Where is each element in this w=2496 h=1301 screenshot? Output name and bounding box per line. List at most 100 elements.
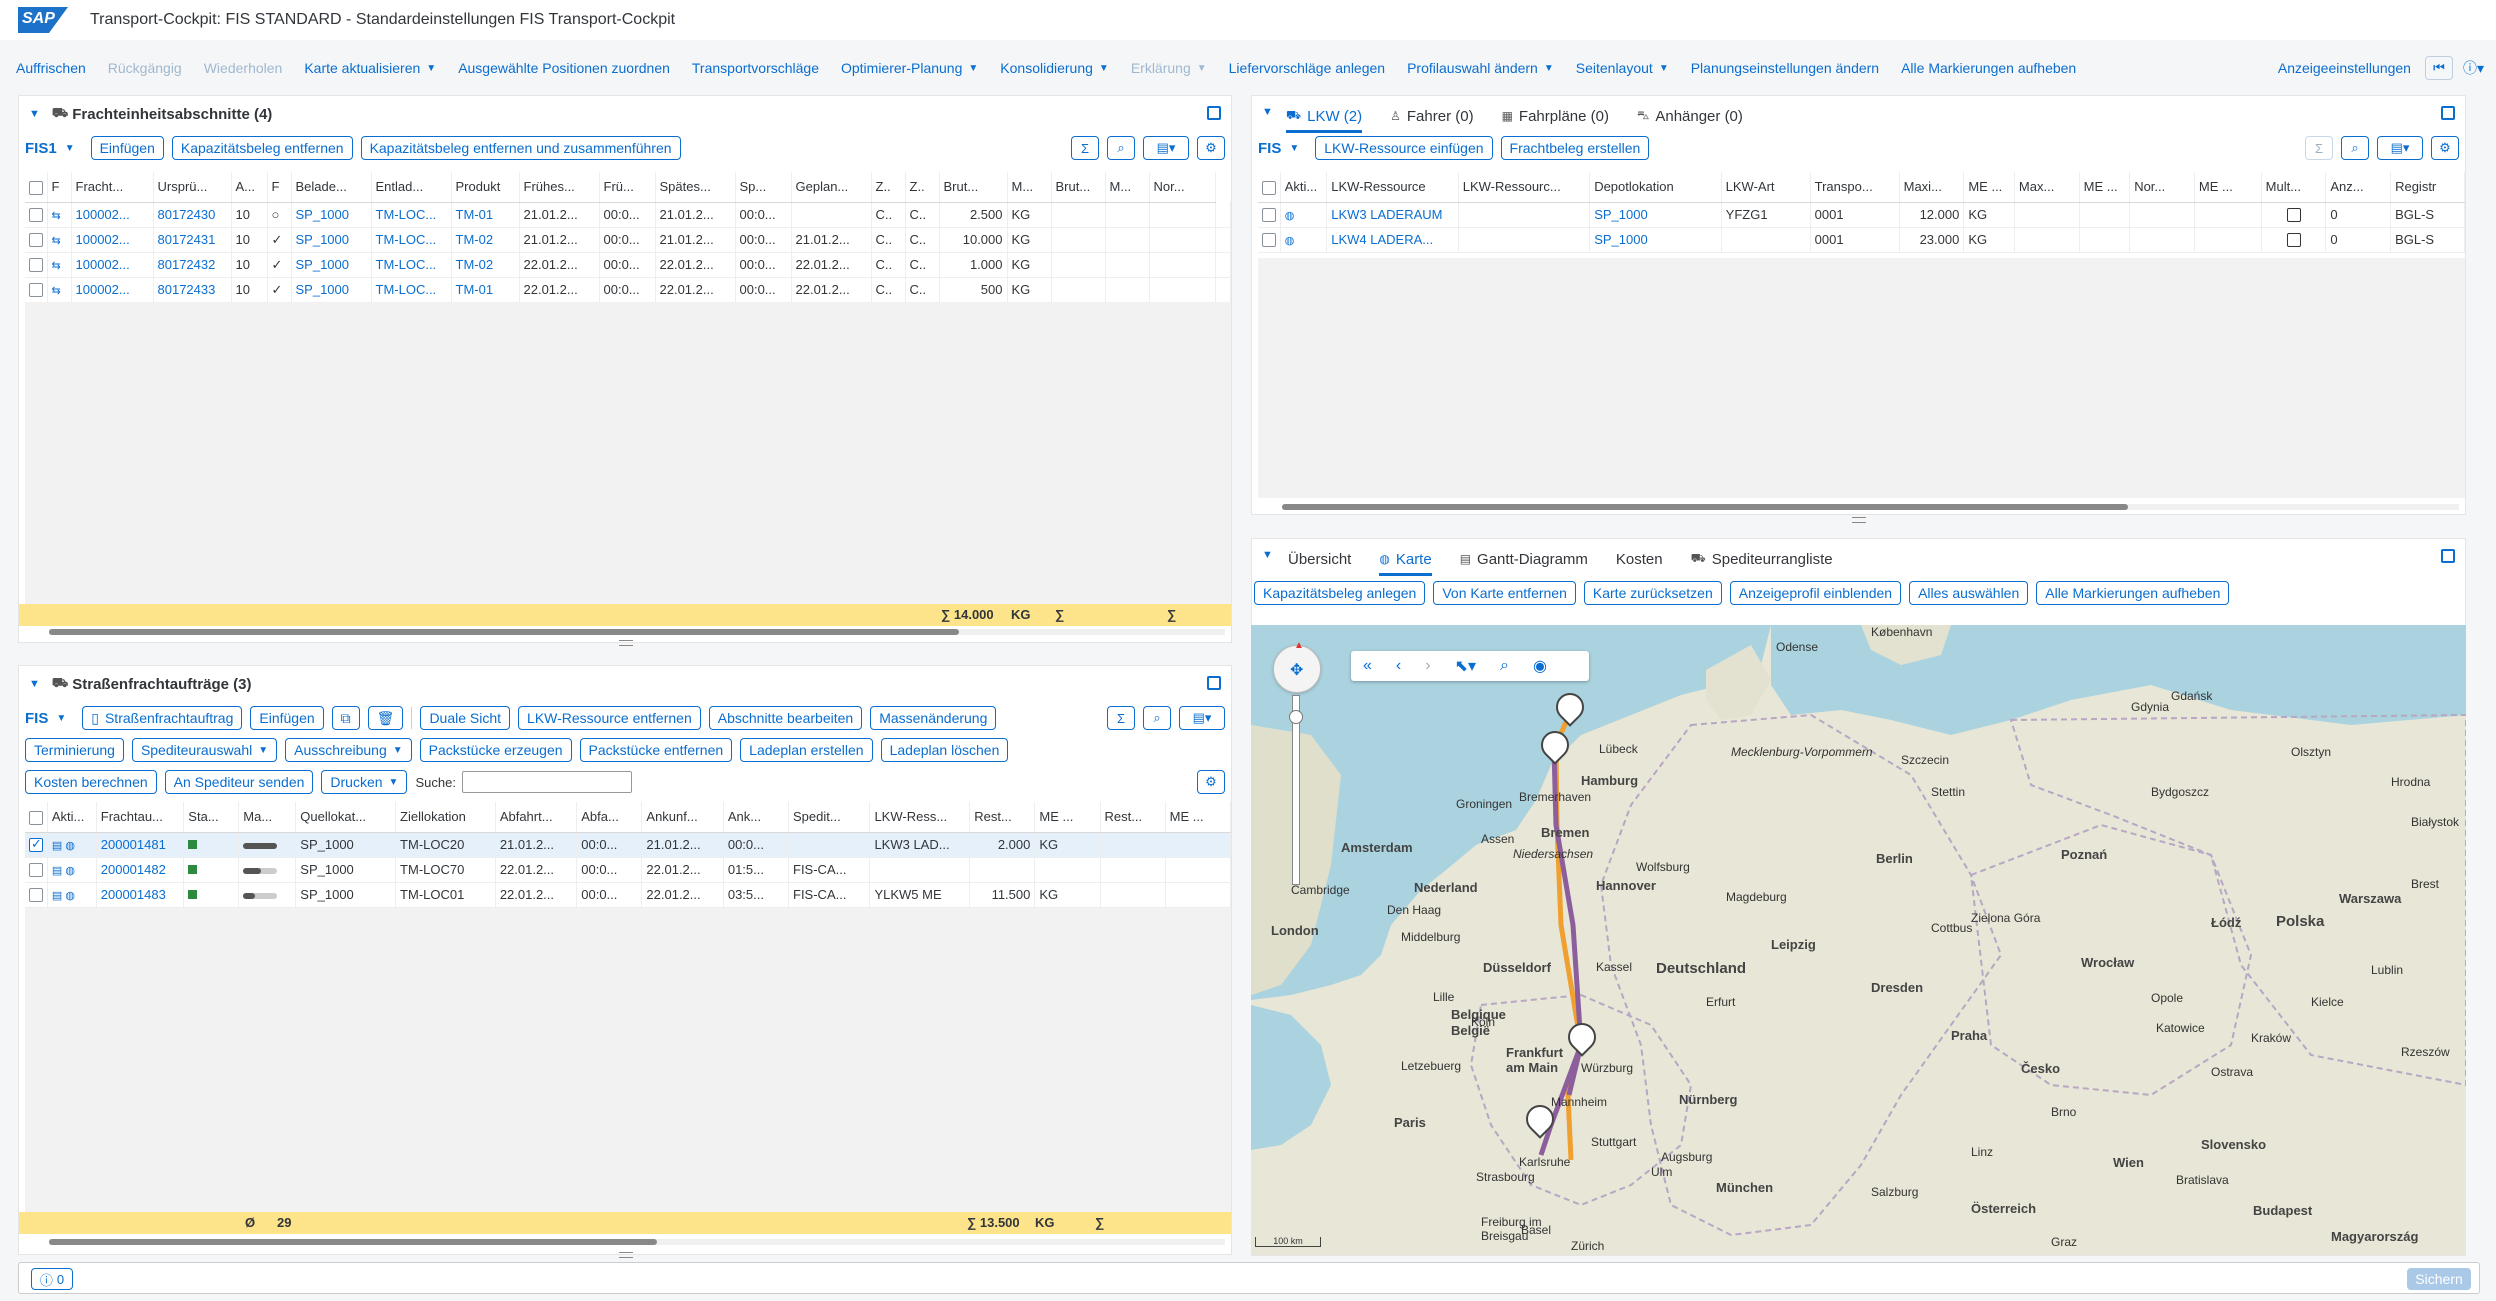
copy-icon[interactable]: ⧉	[331, 706, 360, 730]
reset-map-button[interactable]: Karte zurücksetzen	[1583, 581, 1722, 605]
map-action-icon[interactable]: ◍	[1280, 202, 1328, 228]
select-all-checkbox[interactable]	[25, 802, 48, 833]
table-cell[interactable]: SP_1000	[291, 202, 372, 228]
export-icon[interactable]: ▤▾	[1179, 706, 1225, 730]
row-checkbox[interactable]	[25, 202, 48, 228]
column-header[interactable]: Sta...	[183, 802, 240, 833]
tab-overview[interactable]: Übersicht	[1288, 545, 1351, 573]
view-icon[interactable]: ◉	[1533, 656, 1547, 676]
table-cell[interactable]: 80172432	[153, 252, 232, 278]
table-cell[interactable]: 100002...	[71, 277, 154, 303]
row-checkbox[interactable]	[1258, 227, 1281, 253]
column-header[interactable]: ME ...	[2079, 172, 2131, 203]
column-header[interactable]: Ank...	[723, 802, 790, 833]
table-cell[interactable]: TM-LOC...	[371, 277, 452, 303]
column-header[interactable]: Rest...	[1100, 802, 1166, 833]
table-row[interactable]: ⇆ 100002... 80172433 10 ✓ SP_1000 TM-LOC... TM-…	[25, 277, 1231, 303]
create-delivery-proposals-button[interactable]: Liefervorschläge anlegen	[1229, 60, 1385, 76]
column-header[interactable]: ME ...	[1963, 172, 2015, 203]
tendering-menu[interactable]: Ausschreibung ▼	[285, 738, 412, 762]
change-planning-settings-button[interactable]: Planungseinstellungen ändern	[1691, 60, 1879, 76]
column-header[interactable]: LKW-Ressourc...	[1458, 172, 1591, 203]
dual-view-button[interactable]: Duale Sicht	[420, 706, 511, 730]
display-settings-button[interactable]: Anzeigeeinstellungen	[2278, 60, 2411, 76]
column-header[interactable]: Brut...	[939, 172, 1008, 203]
action-icons[interactable]: ▤ ◍	[47, 832, 97, 858]
table-row[interactable]: ⇆ 100002... 80172431 10 ✓ SP_1000 TM-LOC... TM-…	[25, 227, 1231, 253]
tab-costs[interactable]: Kosten	[1616, 545, 1663, 573]
column-header[interactable]: Nor...	[1149, 172, 1216, 203]
previous-icon[interactable]: ‹	[1396, 657, 1401, 675]
table-row[interactable]: ◍ LKW4 LADERA... SP_1000 0001 23.000 KG 0 BGL-S	[1258, 227, 2465, 253]
multi-checkbox[interactable]	[2261, 227, 2327, 253]
table-row[interactable]: ⇆ 100002... 80172432 10 ✓ SP_1000 TM-LOC... TM-…	[25, 252, 1231, 278]
table-cell[interactable]: SP_1000	[291, 277, 372, 303]
create-load-plan-button[interactable]: Ladeplan erstellen	[740, 738, 873, 762]
column-header[interactable]: Quellokat...	[295, 802, 397, 833]
redo-button[interactable]: Wiederholen	[204, 60, 283, 76]
remove-and-merge-button[interactable]: Kapazitätsbeleg entfernen und zusammenfü…	[360, 136, 681, 160]
column-header[interactable]: Frü...	[599, 172, 656, 203]
collapse-icon[interactable]: ▼	[1262, 106, 1273, 118]
table-cell[interactable]: TM-02	[451, 252, 520, 278]
edit-stages-button[interactable]: Abschnitte bearbeiten	[708, 706, 863, 730]
tab-map[interactable]: ◍ Karte	[1379, 545, 1433, 576]
tab-gantt[interactable]: ▤ Gantt-Diagramm	[1460, 545, 1588, 573]
sum-icon[interactable]: Σ	[1107, 706, 1135, 730]
column-header[interactable]: Fracht...	[71, 172, 154, 203]
column-header[interactable]: Belade...	[291, 172, 372, 203]
table-cell[interactable]: TM-01	[451, 277, 520, 303]
variant-select[interactable]: FIS1 ▼	[25, 140, 75, 157]
mass-change-button[interactable]: Massenänderung	[870, 706, 997, 730]
messages-button[interactable]: ⓘ 0	[31, 1268, 73, 1290]
sum-icon[interactable]: Σ	[1071, 136, 1099, 160]
table-cell[interactable]: TM-01	[451, 202, 520, 228]
splitter-handle[interactable]	[619, 1252, 633, 1258]
table-row[interactable]: ▤ ◍ 200001482 SP_1000 TM-LOC70 22.01.2... 00:…	[25, 857, 1232, 883]
maximize-icon[interactable]	[1207, 676, 1221, 690]
column-header[interactable]: ME ...	[2194, 172, 2262, 203]
column-header[interactable]: Frachtau...	[96, 802, 185, 833]
column-header[interactable]: M...	[1105, 172, 1150, 203]
column-header[interactable]: M...	[1007, 172, 1052, 203]
zoom-slider[interactable]	[1289, 695, 1303, 885]
scroll-thumb[interactable]	[1282, 504, 2128, 510]
row-checkbox[interactable]	[25, 882, 48, 908]
horizontal-scrollbar[interactable]	[1282, 504, 2459, 510]
delete-load-plan-button[interactable]: Ladeplan löschen	[880, 738, 1009, 762]
help-icon[interactable]: ⓘ▾	[2463, 58, 2484, 78]
column-header[interactable]: ME ...	[1165, 802, 1232, 833]
column-header[interactable]: Produkt	[451, 172, 520, 203]
table-row[interactable]: ▤ ◍ 200001483 SP_1000 TM-LOC01 22.01.2... 00:…	[25, 882, 1232, 908]
settings-icon[interactable]: ⚙	[2431, 136, 2459, 160]
next-icon[interactable]: ›	[1425, 657, 1430, 675]
calculate-charges-button[interactable]: Kosten berechnen	[25, 770, 157, 794]
collapse-icon[interactable]: ▼	[29, 678, 40, 690]
column-header[interactable]: Abfa...	[576, 802, 643, 833]
print-menu[interactable]: Drucken ▼	[321, 770, 408, 794]
collapse-icon[interactable]: ▼	[1262, 549, 1273, 561]
scroll-thumb[interactable]	[49, 629, 959, 635]
assign-selected-button[interactable]: Ausgewählte Positionen zuordnen	[458, 60, 670, 76]
clear-all-selections-button[interactable]: Alle Markierungen aufheben	[1901, 60, 2076, 76]
create-capacity-doc-button[interactable]: Kapazitätsbeleg anlegen	[1254, 581, 1426, 605]
truck-resource-link[interactable]: LKW3 LADERAUM	[1326, 202, 1459, 228]
table-row[interactable]: ▤ ◍200001481SP_1000TM-LOC2021.01.2...00:…	[25, 832, 1232, 858]
select-mode-icon[interactable]: ⬉▾	[1455, 656, 1476, 676]
send-to-carrier-button[interactable]: An Spediteur senden	[164, 770, 314, 794]
column-header[interactable]: Ursprü...	[153, 172, 232, 203]
tab-trucks[interactable]: ⛟ LKW (2)	[1286, 102, 1363, 133]
table-cell[interactable]: 100002...	[71, 252, 154, 278]
export-icon[interactable]: ▤▾	[1143, 136, 1189, 160]
compass-icon[interactable]: ▲ ✥	[1273, 640, 1321, 693]
table-cell[interactable]: 80172433	[153, 277, 232, 303]
remove-truck-resource-button[interactable]: LKW-Ressource entfernen	[518, 706, 701, 730]
row-checkbox[interactable]	[25, 227, 48, 253]
column-header[interactable]: A...	[231, 172, 268, 203]
optimizer-planning-menu[interactable]: Optimierer-Planung ▼	[841, 60, 978, 76]
action-icons[interactable]: ▤ ◍	[47, 857, 97, 883]
row-checkbox[interactable]	[25, 857, 48, 883]
column-header[interactable]: Maxi...	[1899, 172, 1965, 203]
export-icon[interactable]: ▤▾	[2377, 136, 2423, 160]
freight-order-link[interactable]: 200001483	[96, 882, 185, 908]
